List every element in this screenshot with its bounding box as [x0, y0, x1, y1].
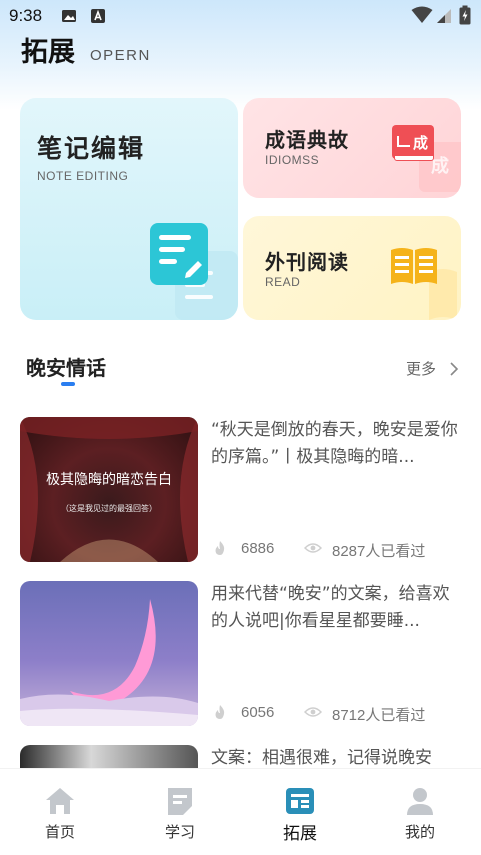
curtain-decoration	[20, 417, 198, 562]
list-item[interactable]: 文案：相遇很难，记得说晚安	[20, 745, 461, 768]
like-count: 6886	[241, 540, 275, 557]
idiom-icon-char: 成	[413, 134, 429, 152]
tab-profile-label: 我的	[404, 823, 435, 841]
open-book-icon	[391, 248, 457, 320]
list-item[interactable]: 极其隐晦的暗恋告白 （这是我见过的最强回答） “秋天是倒放的春天，晚安是爱你的序…	[20, 417, 461, 562]
tab-study-label: 学习	[164, 823, 195, 841]
idiom-stories-card[interactable]: 成语典故 IDIOMSS 成 成	[243, 98, 461, 198]
tab-expand-label: 拓展	[283, 824, 317, 844]
eye-icon	[304, 543, 322, 553]
tab-profile[interactable]: 我的	[360, 769, 480, 855]
foreign-reading-card[interactable]: 外刊阅读 READ	[243, 216, 461, 320]
note-edit-icon	[150, 223, 238, 320]
article-thumbnail[interactable]: 极其隐晦的暗恋告白 （这是我见过的最强回答）	[20, 417, 198, 562]
note-editing-subtitle: NOTE EDITING	[37, 169, 129, 183]
idiom-stories-title: 成语典故	[265, 128, 349, 152]
page-subtitle: OPERN	[90, 47, 151, 64]
article-thumbnail[interactable]	[20, 745, 198, 768]
text-notification-icon	[91, 9, 105, 23]
tab-home[interactable]: 首页	[0, 769, 120, 855]
chevron-right-icon[interactable]	[448, 360, 460, 378]
foreign-reading-title: 外刊阅读	[265, 250, 349, 274]
thumbnail-caption: 极其隐晦的暗恋告白	[46, 472, 172, 488]
like-count: 6056	[241, 704, 275, 721]
note-editing-card[interactable]: 笔记编辑 NOTE EDITING	[20, 98, 238, 320]
note-editing-title: 笔记编辑	[37, 134, 146, 163]
fire-icon	[215, 705, 225, 719]
list-item[interactable]: 用来代替“晚安”的文案，给喜欢的人说吧|你看星星都要睡... 6056 8712…	[20, 581, 461, 726]
wifi-icon	[411, 6, 433, 23]
idiom-book-icon: 成	[392, 125, 436, 163]
view-count: 8712人已看过	[332, 707, 426, 724]
article-title[interactable]: 用来代替“晚安”的文案，给喜欢的人说吧|你看星星都要睡...	[211, 581, 463, 635]
section-title: 晚安情话	[26, 356, 106, 380]
study-icon	[168, 788, 192, 815]
view-count: 8287人已看过	[332, 543, 426, 560]
article-title[interactable]: 文案：相遇很难，记得说晚安	[211, 745, 461, 768]
home-icon	[46, 788, 74, 814]
article-thumbnail[interactable]	[20, 581, 198, 726]
fire-icon	[215, 541, 225, 555]
battery-icon	[459, 5, 471, 25]
image-notification-icon	[62, 10, 76, 22]
article-title[interactable]: “秋天是倒放的春天，晚安是爱你的序篇。”丨极其隐晦的暗...	[211, 417, 463, 471]
page-title: 拓展	[21, 37, 75, 68]
signal-icon	[437, 9, 451, 23]
tab-home-label: 首页	[44, 823, 75, 841]
profile-icon	[407, 788, 433, 815]
foreign-reading-subtitle: READ	[265, 275, 301, 289]
eye-icon	[304, 707, 322, 717]
moon-decoration	[20, 599, 198, 726]
tab-expand[interactable]: 拓展	[240, 769, 360, 855]
status-time: 9:38	[9, 6, 43, 25]
idiom-stories-subtitle: IDIOMSS	[265, 153, 320, 167]
bottom-tab-bar: 首页 学习 拓展 我的	[0, 768, 481, 855]
more-link[interactable]: 更多	[406, 358, 436, 379]
thumbnail-subcaption: （这是我见过的最强回答）	[61, 504, 157, 513]
status-bar: 9:38	[0, 0, 481, 32]
tab-study[interactable]: 学习	[120, 769, 240, 855]
expand-icon	[286, 788, 314, 814]
section-title-indicator	[61, 382, 75, 386]
